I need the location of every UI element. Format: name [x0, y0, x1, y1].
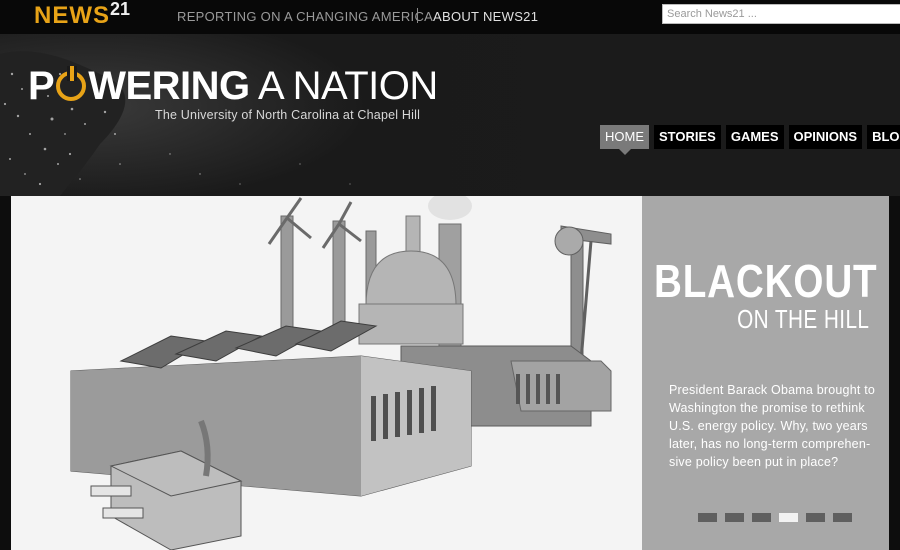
- slide-dot-1[interactable]: [698, 513, 717, 522]
- slide-dot-3[interactable]: [752, 513, 771, 522]
- slide-dot-6[interactable]: [833, 513, 852, 522]
- slide-dot-5[interactable]: [806, 513, 825, 522]
- site-subtitle: The University of North Carolina at Chap…: [155, 108, 421, 122]
- title-letter-p: P: [28, 64, 55, 108]
- slide-dot-4[interactable]: [779, 513, 798, 522]
- search-input[interactable]: [662, 4, 900, 24]
- nav-games[interactable]: GAMES: [725, 125, 784, 149]
- title-words-a-nation: A NATION: [258, 64, 438, 108]
- feature-subheadline: ON THE HILL: [736, 304, 869, 334]
- logo-text: NEWS: [34, 2, 110, 29]
- nav-stories[interactable]: STORIES: [654, 125, 721, 149]
- feature-description: President Barack Obama brought to Washin…: [669, 383, 876, 469]
- tagline-link[interactable]: REPORTING ON A CHANGING AMERICA: [177, 9, 433, 24]
- site-header: P WERING A NATION The University of North…: [0, 34, 900, 196]
- frame-right: [889, 196, 900, 550]
- feature-panel[interactable]: BLACKOUT ON THE HILL President Barack Ob…: [642, 196, 889, 550]
- power-icon: [56, 66, 87, 101]
- feature-headline: BLACKOUT: [654, 255, 878, 307]
- news21-logo[interactable]: NEWS21: [34, 0, 131, 30]
- hero-slideshow: BLACKOUT ON THE HILL President Barack Ob…: [11, 196, 889, 550]
- divider: [417, 8, 418, 23]
- nav-opinions[interactable]: OPINIONS: [788, 125, 863, 149]
- site-title[interactable]: P WERING A NATION: [28, 64, 438, 108]
- slide-indicators: [698, 513, 852, 522]
- slide-dot-2[interactable]: [725, 513, 744, 522]
- logo-sup: 21: [110, 0, 131, 19]
- energy-city-illustration[interactable]: [11, 196, 642, 550]
- top-bar: NEWS21 REPORTING ON A CHANGING AMERICA A…: [0, 0, 900, 34]
- nav-blogs[interactable]: BLOGS: [867, 125, 900, 149]
- nav-home[interactable]: HOME: [600, 125, 649, 155]
- frame-left: [0, 196, 11, 550]
- title-word-powering: WERING: [88, 64, 250, 108]
- about-link[interactable]: ABOUT NEWS21: [433, 9, 538, 24]
- main-nav: HOME STORIES GAMES OPINIONS BLOGS: [600, 125, 900, 155]
